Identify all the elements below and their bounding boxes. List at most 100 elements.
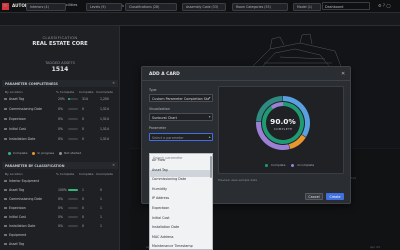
parameter-select[interactable]: Select a parameter ▴ <box>149 133 213 141</box>
progress-bar <box>68 137 78 140</box>
row-complete: 0 <box>82 127 84 131</box>
filter-chip[interactable]: Classifications (28) <box>125 2 177 11</box>
progress-bar <box>68 224 78 227</box>
dropdown-option[interactable]: MAC Address <box>152 235 174 239</box>
dropdown-option[interactable]: Commissioning Date <box>152 177 186 181</box>
row-percent: 0% <box>58 206 63 210</box>
create-button[interactable]: Create <box>326 193 344 200</box>
filter-chip[interactable]: Room Categories (53) <box>232 2 288 11</box>
filter-chip[interactable]: Model (1) <box>293 2 321 11</box>
row-complete: 0 <box>82 117 84 121</box>
toolbar-icons[interactable]: ⚙ ? ◯ <box>378 3 391 8</box>
row-percent: 0% <box>58 197 63 201</box>
legend-label: Not started <box>64 151 82 155</box>
close-icon[interactable]: ✕ <box>341 71 345 77</box>
classification-label: CLASSIFICATION <box>42 35 78 40</box>
row-complete: 0 <box>82 107 84 111</box>
column-header: Incomplete <box>96 172 113 176</box>
dropdown-option[interactable]: Initial Cost <box>152 216 170 220</box>
parameter-completeness-header: PARAMETER COMPLETENESS ✕ <box>2 80 118 87</box>
column-header: Complete <box>79 172 94 176</box>
legend-label: In progress <box>37 151 55 155</box>
column-header: Incomplete <box>96 90 113 94</box>
dropdown-option[interactable]: Asset Tag <box>152 168 168 172</box>
tagged-assets-label: TAGGED ASSETS <box>45 61 75 65</box>
row-incomplete: 0 <box>100 188 102 192</box>
legend-swatch <box>265 163 268 167</box>
menu-icon[interactable]: ≡ <box>3 3 7 9</box>
row-incomplete: 1,514 <box>100 107 109 111</box>
visualization-select[interactable]: Sunburst Chart ▾ <box>149 113 213 121</box>
filter-chip[interactable]: Interiors (4) <box>26 2 66 11</box>
row-label: Asset Tag <box>9 188 25 192</box>
row-label: Expectoon <box>9 117 26 121</box>
view-selector[interactable]: Dashboard <box>322 2 370 10</box>
row-label: Commissioning Date <box>9 197 43 201</box>
row-complete: 314 <box>82 97 88 101</box>
row-incomplete: 1 <box>100 215 102 219</box>
row-icon <box>4 242 7 246</box>
row-icon <box>4 215 7 219</box>
row-percent: 0% <box>58 117 63 121</box>
progress-bar <box>68 188 78 191</box>
progress-bar <box>68 197 78 200</box>
legend-label: Incomplete <box>297 163 315 167</box>
close-icon[interactable]: ✕ <box>112 81 115 85</box>
row-label: Asset Tag <box>9 97 25 101</box>
row-icon <box>4 107 7 111</box>
progress-bar <box>68 127 78 130</box>
row-icon <box>4 233 7 237</box>
dropdown-option[interactable]: Humidity <box>152 187 167 191</box>
legend-swatch <box>291 163 295 167</box>
preview-legend: Complete Incomplete <box>265 163 314 167</box>
progress-bar <box>68 97 78 100</box>
parameter-placeholder: Select a parameter <box>152 135 184 140</box>
dropdown-option[interactable]: Installation Date <box>152 225 179 229</box>
dropdown-option[interactable]: Maintenance Timestamp <box>152 244 193 248</box>
row-percent: 0% <box>58 215 63 219</box>
preview-caption: Preview uses sample data <box>218 178 258 182</box>
column-header: By Location <box>5 172 23 176</box>
dropdown-option[interactable]: Expectoon <box>152 206 169 210</box>
row-label: Initial Cost <box>9 127 26 131</box>
parameter-by-classification-header: PARAMETER BY CLASSIFICATION ✕ <box>2 162 118 169</box>
chart-center-label: COMPLETE <box>273 127 293 131</box>
column-header: % Complete <box>56 90 75 94</box>
progress-bar <box>68 206 78 209</box>
filter-chip[interactable]: Levels (9) <box>86 2 122 11</box>
row-icon <box>4 127 7 131</box>
row-icon <box>4 97 7 101</box>
row-incomplete: 1,514 <box>100 137 109 141</box>
row-label: Interior Equipment <box>9 179 39 183</box>
dropdown-option[interactable]: IP Address <box>152 196 169 200</box>
cancel-button[interactable]: Cancel <box>305 193 323 200</box>
dropdown-option[interactable]: Air Flow <box>152 158 165 162</box>
section-title: PARAMETER COMPLETENESS <box>5 81 58 86</box>
section-title: PARAMETER BY CLASSIFICATION <box>5 163 65 168</box>
row-label: Expectoon <box>9 206 26 210</box>
progress-fill <box>68 188 78 191</box>
dropdown-scrollbar[interactable] <box>210 156 212 178</box>
classification-value: REAL ESTATE CORE <box>32 41 88 47</box>
row-icon <box>4 224 7 228</box>
row-label: Commissioning Date <box>9 107 43 111</box>
progress-bar <box>68 107 78 110</box>
row-label: Equipment <box>9 233 27 237</box>
row-incomplete: 1,514 <box>100 127 109 131</box>
row-complete: 0 <box>82 206 84 210</box>
filter-chip[interactable]: Assembly Code (33) <box>182 2 226 11</box>
row-icon <box>4 137 7 141</box>
row-incomplete: 1,514 <box>100 117 109 121</box>
row-percent: 20% <box>58 97 65 101</box>
row-percent: 0% <box>58 127 63 131</box>
row-incomplete: 1,200 <box>100 97 109 101</box>
visualization-value: Sunburst Chart <box>152 115 177 120</box>
row-complete: 1 <box>82 188 84 192</box>
close-icon[interactable]: ✕ <box>112 163 115 167</box>
column-header: % Complete <box>56 172 75 176</box>
divider <box>141 80 351 81</box>
legend: Complete In progress Not started <box>8 151 81 155</box>
type-select[interactable]: Custom Parameter Completion Sta ▾ <box>149 94 213 102</box>
row-icon <box>4 197 7 201</box>
legend-swatch <box>8 151 11 155</box>
